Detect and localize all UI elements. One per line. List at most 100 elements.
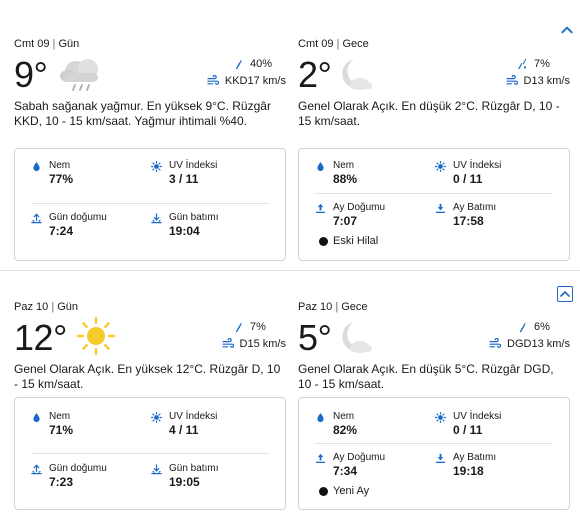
humidity-value: 82% [333, 423, 358, 437]
uv-value: 3 / 11 [169, 172, 199, 186]
humidity-label: Nem [333, 411, 355, 422]
chevron-up-icon [559, 288, 571, 300]
forecast-description: Sabah sağanak yağmur. En yüksek 9°C. Rüz… [14, 99, 271, 128]
uv-label: UV İndeksi [169, 160, 218, 171]
wind-value: DGD13 km/s [507, 338, 570, 350]
moonrise-label: Ay Doğumu [333, 452, 386, 463]
uv-value: 0 / 11 [453, 172, 483, 186]
wind-stat: D15 km/s [222, 337, 286, 351]
uv-sun-icon [435, 412, 446, 423]
panel-header: Cmt 09 | Gece [298, 38, 369, 50]
collapse-day-1-button[interactable] [559, 22, 575, 38]
wind-value: KKD17 km/s [224, 75, 286, 87]
moon-phase-icon [319, 486, 328, 496]
uv-sun-icon [151, 412, 162, 423]
moonset-value: 17:58 [453, 214, 484, 228]
sunrise-icon [31, 464, 42, 475]
humidity-label: Nem [333, 160, 355, 171]
sunset-label: Gün batımı [169, 463, 219, 474]
precip-stat: 7% [516, 57, 570, 71]
date-label: Paz 10 [298, 301, 333, 313]
uv-value: 4 / 11 [169, 423, 199, 437]
humidity-value: 88% [333, 172, 358, 186]
moonrise-label: Ay Doğumu [333, 202, 386, 213]
moonrise-icon [315, 203, 326, 214]
precip-value: 6% [534, 321, 550, 333]
forecast-day-panel: Paz 10 | Gün 12° 7% D15 km/s Genel Olara… [14, 300, 286, 407]
moon-phase-icon [319, 236, 328, 246]
moon-phase-label: Eski Hilal [333, 235, 379, 247]
forecast-night-panel: Cmt 09 | Gece 2° 7% D13 km/s Genel Olara… [298, 37, 570, 144]
wind-stat: DGD13 km/s [489, 337, 570, 351]
card-divider [31, 203, 269, 204]
temperature: 12° [14, 317, 67, 358]
uv-sun-icon [435, 161, 446, 172]
moonset-label: Ay Batımı [453, 202, 497, 213]
rain-icon [516, 58, 528, 70]
date-label: Paz 10 [14, 301, 49, 313]
sun-icon [76, 316, 116, 356]
precip-value: 40% [250, 58, 273, 70]
period-label: Gün [57, 301, 79, 313]
panel-header: Cmt 09 | Gün [14, 38, 80, 50]
rain-cloud-icon [60, 59, 98, 91]
period-label: Gece [341, 301, 368, 313]
card-divider [315, 193, 553, 194]
moonset-icon [435, 453, 446, 464]
moonset-label: Ay Batımı [453, 452, 497, 463]
sunrise-value: 7:23 [49, 475, 74, 489]
chevron-up-icon [560, 23, 574, 37]
forecast-description: Genel Olarak Açık. En düşük 2°C. Rüzgâr … [298, 99, 560, 128]
humidity-label: Nem [49, 160, 71, 171]
precip-stat: 7% [233, 320, 286, 334]
sunrise-icon [31, 213, 42, 224]
moonrise-icon [315, 453, 326, 464]
sunset-icon [151, 464, 162, 475]
date-label: Cmt 09 [14, 38, 50, 50]
temperature: 9° [14, 54, 48, 95]
details-card: Nem 71% UV İndeksi 4 / 11 Gün doğumu 7:2… [14, 397, 286, 510]
period-label: Gün [58, 38, 80, 50]
details-card: Nem 82% UV İndeksi 0 / 11 Ay Doğumu 7:34… [298, 397, 570, 510]
humidity-value: 77% [49, 172, 74, 186]
temperature: 5° [298, 317, 332, 358]
sunset-value: 19:05 [169, 475, 200, 489]
sunset-label: Gün batımı [169, 212, 219, 223]
uv-sun-icon [151, 161, 162, 172]
humidity-icon [315, 412, 326, 423]
humidity-icon [31, 161, 42, 172]
moon-phase: Yeni Ay [319, 485, 369, 497]
uv-label: UV İndeksi [453, 160, 502, 171]
raindrop-icon [233, 59, 244, 70]
forecast-day-panel: Cmt 09 | Gün 9° 40% KKD17 km/s Sabah sağ… [14, 37, 286, 144]
precip-value: 7% [250, 321, 266, 333]
forecast-night-panel: Paz 10 | Gece 5° 6% DGD13 km/s Genel Ola… [298, 300, 570, 407]
raindrop-icon [233, 322, 244, 333]
period-label: Gece [342, 38, 369, 50]
wind-icon [222, 338, 234, 350]
moon-cloud-icon [342, 322, 372, 353]
moonset-value: 19:18 [453, 464, 484, 478]
sunset-icon [151, 213, 162, 224]
sunset-value: 19:04 [169, 224, 200, 238]
day-divider [0, 270, 580, 271]
moonset-icon [435, 203, 446, 214]
wind-value: D13 km/s [523, 75, 570, 87]
panel-header: Paz 10 | Gün [14, 301, 79, 313]
uv-label: UV İndeksi [169, 411, 218, 422]
card-divider [31, 453, 269, 454]
precip-stat: 6% [517, 320, 570, 334]
uv-label: UV İndeksi [453, 411, 502, 422]
temperature: 2° [298, 54, 332, 95]
card-divider [315, 443, 553, 444]
humidity-label: Nem [49, 411, 71, 422]
wind-stat: KKD17 km/s [207, 74, 286, 88]
sunrise-label: Gün doğumu [49, 463, 107, 474]
sunrise-label: Gün doğumu [49, 212, 107, 223]
sunrise-value: 7:24 [49, 224, 74, 238]
date-label: Cmt 09 [298, 38, 334, 50]
wind-icon [207, 75, 219, 87]
moon-phase-label: Yeni Ay [333, 485, 370, 497]
wind-stat: D13 km/s [506, 74, 570, 88]
wind-value: D15 km/s [239, 338, 286, 350]
